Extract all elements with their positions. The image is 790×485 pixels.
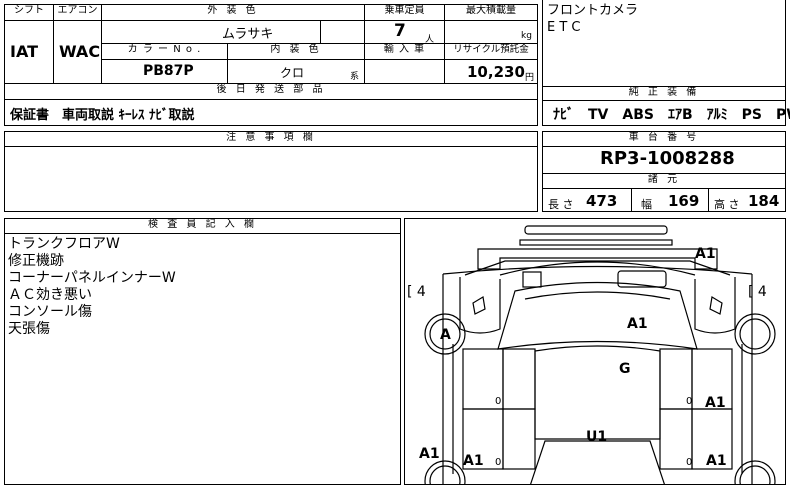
- inspector-line: 修正機跡: [8, 253, 64, 269]
- zero-mark: 0: [686, 396, 692, 407]
- divider: [227, 59, 228, 84]
- genuine-equipment-label: 純 正 装 備: [542, 86, 786, 101]
- feature-item: フロントカメラ: [547, 3, 639, 18]
- recycle-unit: 円: [525, 73, 535, 83]
- import-label: 輸 入 車: [364, 43, 445, 60]
- chassis-number: RP3-1008288: [600, 148, 735, 169]
- divider: [631, 188, 632, 212]
- width-label: 幅: [641, 198, 652, 211]
- interior-color-label: 内 装 色: [227, 43, 365, 60]
- genuine-equipment-value: ﾅﾋﾞ TV ABS ｴｱB ｱﾙﾐ PS PW: [553, 107, 790, 123]
- width-value: 169: [668, 192, 700, 210]
- car-diagram-svg: [ 4 [ 4 A1 A A1 G A1 U1 A1 A1 A1 0 0 0 0: [407, 225, 776, 484]
- exterior-color-value: ムラサキ: [222, 27, 274, 42]
- aircon-value: WAC: [59, 42, 101, 61]
- feature-item: E T C: [547, 20, 581, 35]
- damage-mark: U1: [586, 429, 607, 445]
- damage-mark: A1: [706, 453, 727, 469]
- height-value: 184: [748, 192, 780, 210]
- inspector-line: コンソール傷: [8, 304, 92, 320]
- capacity-label: 乗車定員: [364, 4, 445, 21]
- damage-mark: A1: [627, 316, 648, 332]
- specs-label: 諸 元: [542, 173, 786, 189]
- interior-color-value: クロ: [280, 66, 305, 80]
- damage-mark: A1: [419, 446, 440, 462]
- inspector-label: 検 査 員 記 入 欄: [4, 218, 401, 234]
- aircon-label: エアコン: [53, 4, 102, 21]
- inspector-line: コーナーパネルインナーW: [8, 270, 176, 286]
- damage-mark: A: [440, 327, 451, 343]
- interior-color-suffix: 系: [350, 72, 360, 82]
- inspector-line: トランクフロアW: [8, 236, 120, 252]
- notes-label: 注 意 事 項 欄: [4, 131, 538, 147]
- left-bracket: [ 4: [407, 284, 426, 300]
- damage-mark: A1: [705, 395, 726, 411]
- capacity-value: 7: [394, 21, 406, 41]
- inspector-line: ＡＣ効き悪い: [8, 287, 92, 303]
- car-diagram: [ 4 [ 4 A1 A A1 G A1 U1 A1 A1 A1 0 0 0 0: [404, 218, 786, 485]
- right-bracket: [ 4: [748, 284, 767, 300]
- max-load-unit: kg: [521, 31, 532, 41]
- recycle-label: リサイクル預託金: [444, 43, 538, 60]
- damage-mark: G: [619, 361, 631, 377]
- divider: [53, 20, 54, 84]
- zero-mark: 0: [686, 457, 692, 468]
- max-load-label: 最大積載量: [444, 4, 538, 21]
- damage-mark: A1: [463, 453, 484, 469]
- divider: [320, 20, 321, 44]
- inspector-line: 天張傷: [8, 321, 50, 337]
- extras-label: 後 日 発 送 部 品: [4, 83, 538, 100]
- zero-mark: 0: [495, 457, 501, 468]
- height-label: 高 さ: [714, 198, 740, 211]
- length-label: 長 さ: [548, 198, 574, 211]
- divider: [708, 188, 709, 212]
- chassis-label: 車 台 番 号: [542, 131, 786, 147]
- length-value: 473: [586, 192, 618, 210]
- shift-label: シフト: [4, 4, 54, 21]
- recycle-value: 10,230: [467, 63, 525, 81]
- color-no-label: カ ラ ー N o .: [101, 43, 228, 60]
- damage-mark: A1: [695, 246, 716, 262]
- zero-mark: 0: [495, 396, 501, 407]
- shift-value: IAT: [10, 42, 39, 61]
- extras-value: 保証書 車両取説 ｷｰﾚｽ ﾅﾋﾞ取説: [10, 108, 195, 123]
- color-no-value: PB87P: [143, 63, 194, 79]
- exterior-color-label: 外 装 色: [101, 4, 365, 21]
